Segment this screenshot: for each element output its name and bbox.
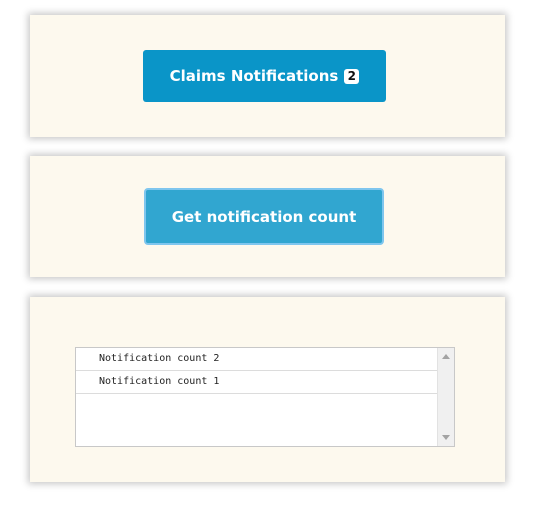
get-count-panel: Get notification count: [30, 156, 505, 277]
notification-count-badge: 2: [344, 68, 360, 84]
claims-notifications-label: Claims Notifications: [169, 67, 339, 85]
get-notification-count-button[interactable]: Get notification count: [144, 188, 384, 245]
list-item[interactable]: Notification count 2: [76, 348, 437, 371]
notification-log-panel: Notification count 2 Notification count …: [30, 297, 505, 482]
vertical-scrollbar[interactable]: [437, 348, 454, 446]
list-item[interactable]: Notification count 1: [76, 371, 437, 394]
notification-list: Notification count 2 Notification count …: [76, 348, 437, 446]
notification-listbox[interactable]: Notification count 2 Notification count …: [75, 347, 455, 447]
scroll-down-arrow-icon[interactable]: [442, 435, 450, 440]
claims-panel: Claims Notifications 2: [30, 15, 505, 137]
claims-notifications-button[interactable]: Claims Notifications 2: [143, 50, 386, 102]
scroll-up-arrow-icon[interactable]: [442, 354, 450, 359]
